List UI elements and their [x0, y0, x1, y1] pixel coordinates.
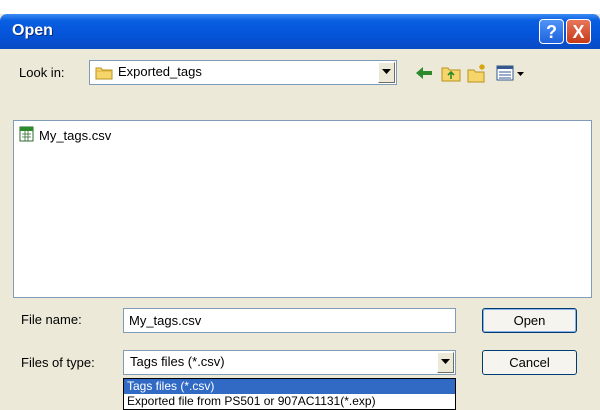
files-of-type-value: Tags files (*.csv) [130, 354, 225, 369]
chevron-down-icon[interactable] [378, 62, 395, 83]
files-of-type-options: Tags files (*.csv) Exported file from PS… [123, 378, 456, 410]
files-of-type-dropdown[interactable]: Tags files (*.csv) [123, 350, 456, 375]
open-dialog: Open ? X Look in: Exported_tags My_tags.… [0, 14, 600, 410]
type-option[interactable]: Tags files (*.csv) [124, 379, 455, 394]
dialog-title: Open [12, 22, 53, 39]
close-button[interactable]: X [566, 19, 591, 44]
csv-file-icon [19, 126, 35, 145]
folder-icon [95, 65, 113, 83]
type-option[interactable]: Exported file from PS501 or 907AC1131(*.… [124, 394, 455, 409]
help-button[interactable]: ? [539, 19, 564, 44]
open-button[interactable]: Open [482, 308, 577, 333]
back-arrow-icon[interactable] [413, 62, 435, 84]
file-name-value: My_tags.csv [129, 313, 202, 328]
file-name-label: File name: [21, 312, 82, 327]
file-name-label: My_tags.csv [39, 128, 112, 143]
new-folder-icon[interactable] [466, 62, 488, 84]
file-name-input[interactable]: My_tags.csv [123, 308, 456, 333]
look-in-dropdown[interactable]: Exported_tags [89, 60, 397, 85]
up-folder-icon[interactable] [440, 62, 462, 84]
files-of-type-label: Files of type: [21, 355, 95, 370]
title-bar[interactable]: Open ? X [0, 14, 600, 49]
cancel-button[interactable]: Cancel [482, 350, 577, 375]
look-in-label: Look in: [19, 65, 65, 80]
file-item[interactable]: My_tags.csv [19, 126, 113, 145]
view-menu-icon[interactable] [495, 62, 527, 84]
chevron-down-icon[interactable] [437, 352, 454, 373]
file-list[interactable]: My_tags.csv [13, 120, 592, 298]
look-in-value: Exported_tags [118, 64, 202, 79]
